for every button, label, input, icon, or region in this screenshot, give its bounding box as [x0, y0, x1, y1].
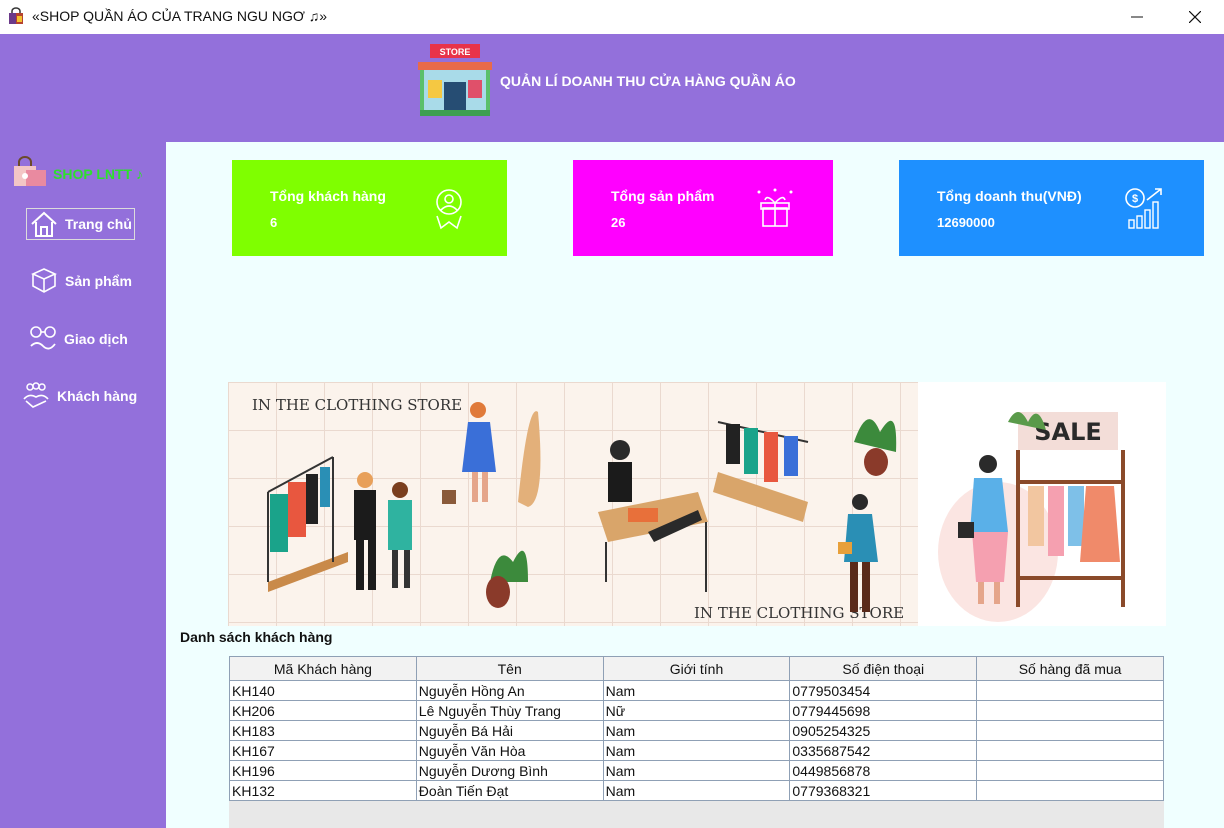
- clothing-store-banner: IN THE CLOTHING STORE IN THE CLOTHING ST…: [228, 382, 1166, 626]
- table-row[interactable]: KH132 Đoàn Tiến Đạt Nam 0779368321: [229, 780, 1164, 801]
- cell-phone[interactable]: 0779445698: [789, 700, 978, 721]
- cell-name[interactable]: Nguyễn Bá Hải: [415, 720, 604, 741]
- customers-icon: [23, 382, 49, 408]
- table-header-row: Mã Khách hàng Tên Giới tính Số điện thoạ…: [229, 656, 1164, 681]
- sale-sign-text: SALE: [1034, 418, 1102, 446]
- cell-gender[interactable]: Nam: [602, 740, 791, 761]
- home-icon: [31, 211, 57, 237]
- banner-caption-top: IN THE CLOTHING STORE: [252, 396, 462, 414]
- cell-phone[interactable]: 0905254325: [789, 720, 978, 741]
- sidebar-item-products[interactable]: Sản phẩm: [29, 266, 132, 296]
- store-logo-icon: STORE: [418, 44, 492, 116]
- boxes-icon: [31, 268, 57, 293]
- clothing-store-illustration: IN THE CLOTHING STORE IN THE CLOTHING ST…: [228, 382, 1166, 626]
- cell-purchases[interactable]: [976, 760, 1164, 781]
- card-label: Tổng sản phẩm: [611, 188, 715, 204]
- close-icon: [1189, 11, 1201, 23]
- table-row[interactable]: KH196 Nguyễn Dương Bình Nam 0449856878: [229, 760, 1164, 781]
- store-logo-text: STORE: [440, 47, 471, 57]
- cell-purchases[interactable]: [976, 720, 1164, 741]
- cell-gender[interactable]: Nam: [602, 680, 791, 701]
- cell-name[interactable]: Nguyễn Hồng An: [415, 680, 604, 701]
- sidebar-item-home[interactable]: Trang chủ: [26, 208, 135, 240]
- cell-name[interactable]: Đoàn Tiến Đạt: [415, 780, 604, 801]
- card-value: 12690000: [937, 215, 995, 230]
- sidebar-item-label: Khách hàng: [57, 388, 138, 404]
- cell-name[interactable]: Lê Nguyễn Thùy Trang: [415, 700, 604, 721]
- cell-purchases[interactable]: [976, 740, 1164, 761]
- cell-id[interactable]: KH206: [229, 700, 417, 721]
- sidebar-item-label: Trang chủ: [65, 216, 132, 232]
- column-header-id[interactable]: Mã Khách hàng: [229, 656, 417, 681]
- window-title: «SHOP QUẦN ÁO CỦA TRANG NGU NGƠ ♫»: [32, 8, 328, 24]
- card-label: Tổng doanh thu(VNĐ): [937, 188, 1082, 204]
- sidebar-item-transactions[interactable]: Giao dịch: [28, 324, 128, 354]
- cell-id[interactable]: KH167: [229, 740, 417, 761]
- app-header-title: QUẢN LÍ DOANH THU CỬA HÀNG QUẦN ÁO: [500, 73, 796, 89]
- window-title-bar: «SHOP QUẦN ÁO CỦA TRANG NGU NGƠ ♫»: [0, 0, 1224, 34]
- transaction-icon: [30, 326, 56, 350]
- cell-id[interactable]: KH132: [229, 780, 417, 801]
- cell-gender[interactable]: Nam: [602, 760, 791, 781]
- card-label: Tổng khách hàng: [270, 188, 386, 204]
- table-row[interactable]: KH140 Nguyễn Hồng An Nam 0779503454: [229, 680, 1164, 701]
- shopping-bags-icon: [14, 156, 46, 186]
- column-header-purchases[interactable]: Số hàng đã mua: [976, 656, 1164, 681]
- revenue-chart-icon: $: [1125, 188, 1162, 229]
- main-content: Tổng khách hàng 6 Tổng sản phẩm 26 Tổng …: [166, 142, 1224, 828]
- sidebar-item-customers[interactable]: Khách hàng: [21, 381, 137, 411]
- cell-purchases[interactable]: [976, 780, 1164, 801]
- customer-table: Mã Khách hàng Tên Giới tính Số điện thoạ…: [229, 656, 1164, 801]
- sidebar: SHOP LNTT ♪ Trang chủ Sản phẩm Giao dịch: [0, 142, 166, 828]
- customer-table-container: Mã Khách hàng Tên Giới tính Số điện thoạ…: [229, 656, 1164, 828]
- cell-name[interactable]: Nguyễn Văn Hòa: [415, 740, 604, 761]
- cell-id[interactable]: KH140: [229, 680, 417, 701]
- cell-name[interactable]: Nguyễn Dương Bình: [415, 760, 604, 781]
- card-total-customers: Tổng khách hàng 6: [232, 160, 507, 256]
- table-row[interactable]: KH183 Nguyễn Bá Hải Nam 0905254325: [229, 720, 1164, 741]
- gift-box-icon: [757, 188, 793, 227]
- svg-text:$: $: [1132, 193, 1138, 205]
- customer-list-title: Danh sách khách hàng: [180, 629, 333, 645]
- close-button[interactable]: [1166, 0, 1224, 34]
- card-total-revenue: Tổng doanh thu(VNĐ) 12690000 $: [899, 160, 1204, 256]
- brand-name: SHOP LNTT ♪: [53, 166, 143, 182]
- shop-bag-icon: [9, 7, 23, 24]
- cell-gender[interactable]: Nữ: [602, 700, 791, 721]
- cell-purchases[interactable]: [976, 700, 1164, 721]
- cell-phone[interactable]: 0449856878: [789, 760, 978, 781]
- column-header-phone[interactable]: Số điện thoại: [789, 656, 978, 681]
- table-row[interactable]: KH206 Lê Nguyễn Thùy Trang Nữ 0779445698: [229, 700, 1164, 721]
- banner-caption-bottom: IN THE CLOTHING STORE: [694, 604, 904, 622]
- card-value: 6: [270, 215, 278, 230]
- column-header-gender[interactable]: Giới tính: [602, 656, 791, 681]
- column-header-name[interactable]: Tên: [415, 656, 604, 681]
- table-row[interactable]: KH167 Nguyễn Văn Hòa Nam 0335687542: [229, 740, 1164, 761]
- cell-purchases[interactable]: [976, 680, 1164, 701]
- cell-id[interactable]: KH183: [229, 720, 417, 741]
- card-value: 26: [611, 215, 626, 230]
- cell-phone[interactable]: 0779368321: [789, 780, 978, 801]
- customer-badge-icon: [436, 189, 462, 230]
- cell-phone[interactable]: 0779503454: [789, 680, 978, 701]
- sidebar-item-label: Sản phẩm: [65, 273, 132, 289]
- sidebar-item-label: Giao dịch: [64, 331, 128, 347]
- cell-gender[interactable]: Nam: [602, 780, 791, 801]
- maximize-button-visual[interactable]: [1109, 0, 1167, 34]
- cell-gender[interactable]: Nam: [602, 720, 791, 741]
- cell-phone[interactable]: 0335687542: [789, 740, 978, 761]
- card-total-products: Tổng sản phẩm 26: [573, 160, 833, 256]
- app-header: STORE QUẢN LÍ DOANH THU CỬA HÀNG QUẦN ÁO: [0, 34, 1224, 142]
- cell-id[interactable]: KH196: [229, 760, 417, 781]
- brand: SHOP LNTT ♪: [10, 156, 166, 188]
